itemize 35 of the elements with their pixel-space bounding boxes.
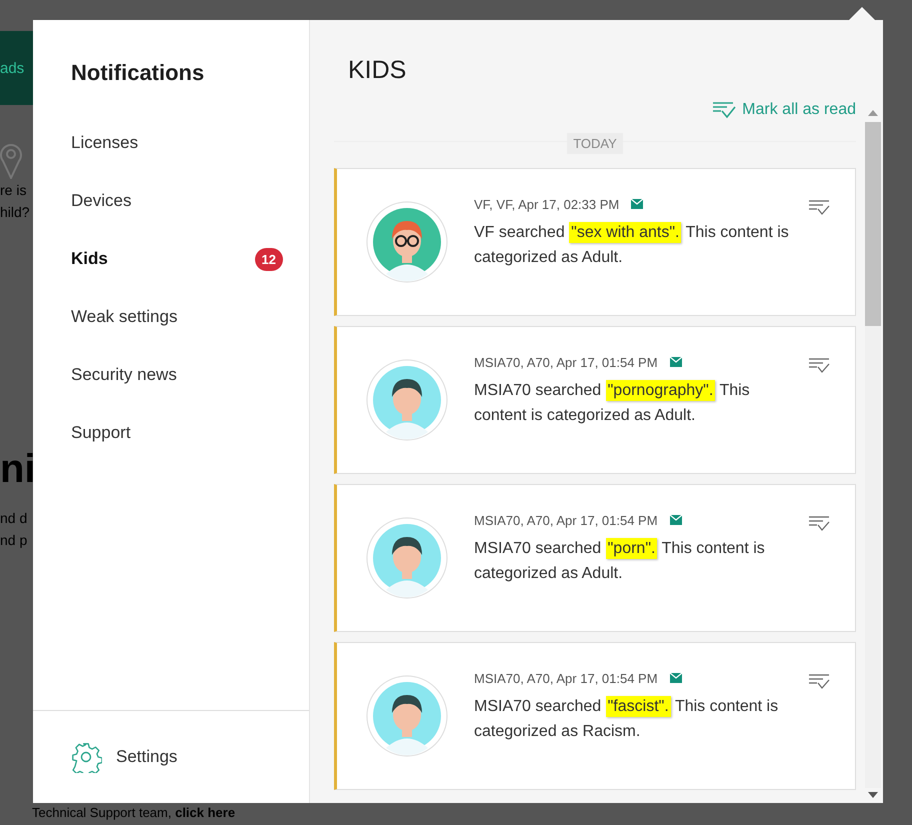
sidebar-item[interactable]: Security news <box>33 346 309 404</box>
settings-icon <box>70 741 102 773</box>
sidebar-item[interactable]: Devices <box>33 172 309 230</box>
date-label: TODAY <box>567 133 623 154</box>
mark-read-icon[interactable] <box>808 515 830 532</box>
section-title: KIDS <box>348 56 408 85</box>
settings-link[interactable]: Settings <box>33 710 309 803</box>
header-text: ads <box>0 60 24 76</box>
notification-message: MSIA70 searched "fascist". This content is categorized as Racism. <box>474 694 780 742</box>
notification-message: VF searched "sex with ants". This content is categorized as Adult. <box>474 220 790 268</box>
location-pin-icon <box>0 143 22 179</box>
envelope-icon <box>670 515 682 525</box>
mark-read-icon[interactable] <box>808 357 830 374</box>
footer-text: Technical Support team, <box>32 805 172 820</box>
sidebar-item[interactable]: Support <box>33 404 309 462</box>
question-text: re is hild? <box>0 181 31 222</box>
sidebar-item[interactable]: Licenses <box>33 114 309 172</box>
mark-read-icon[interactable] <box>808 199 830 216</box>
sidebar-item[interactable]: Kids 12 <box>33 230 309 288</box>
notification-meta: MSIA70, A70, Apr 17, 01:54 PM <box>474 512 658 528</box>
envelope-icon <box>631 199 644 209</box>
envelope-icon <box>670 673 682 683</box>
sidebar-title: Notifications <box>71 60 206 86</box>
notification-meta: MSIA70, A70, Apr 17, 01:54 PM <box>474 354 658 370</box>
notification-message: MSIA70 searched "pornography". This content is categorized as Adult. <box>474 378 751 426</box>
mark-read-icon[interactable] <box>808 673 830 690</box>
sidebar-item[interactable]: Weak settings <box>33 288 309 346</box>
mark-read-icon <box>712 101 736 119</box>
notification-meta: VF, VF, Apr 17, 02:33 PM <box>474 196 620 212</box>
count-badge: 12 <box>254 248 283 270</box>
notification-meta: MSIA70, A70, Apr 17, 01:54 PM <box>474 670 658 686</box>
envelope-icon <box>670 357 682 367</box>
body-text: nd d nd p <box>0 509 28 550</box>
notification-message: MSIA70 searched "porn". This content is categorized as Adult. <box>474 536 766 584</box>
page-heading: ni <box>0 446 33 493</box>
